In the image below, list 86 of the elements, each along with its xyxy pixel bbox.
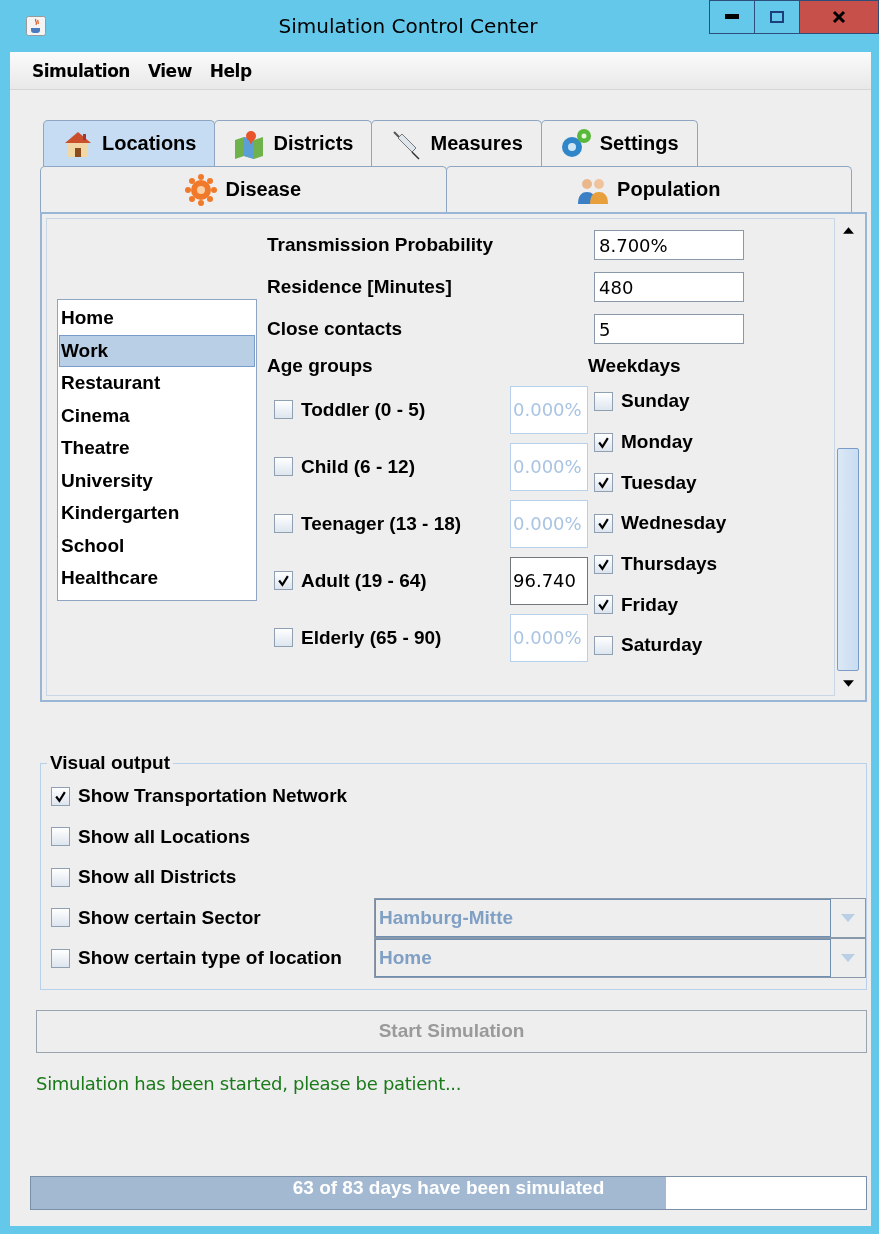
status-message: Simulation has been started, please be patient... bbox=[36, 1072, 463, 1094]
section-label: Age groups bbox=[267, 354, 374, 378]
checkmark-icon bbox=[597, 516, 610, 530]
checkbox[interactable] bbox=[274, 457, 293, 476]
checkbox-label: Tuesday bbox=[621, 471, 697, 494]
checkbox[interactable] bbox=[51, 786, 70, 806]
checkbox-label: Friday bbox=[621, 593, 679, 616]
checkbox[interactable] bbox=[51, 827, 70, 847]
checkbox-label: Thursdays bbox=[621, 553, 718, 576]
checkbox-label: Show Transportation Network bbox=[78, 785, 349, 808]
tab[interactable]: Population bbox=[445, 166, 852, 212]
field-label: Transmission Probability bbox=[267, 234, 493, 256]
maximize-button[interactable] bbox=[754, 0, 800, 34]
list-item[interactable]: University bbox=[59, 464, 255, 497]
progress-label: 63 of 83 days have been simulated bbox=[291, 1177, 606, 1200]
checkmark-icon bbox=[277, 574, 290, 587]
checkbox[interactable] bbox=[274, 514, 293, 533]
group-title: Visual output bbox=[49, 752, 171, 774]
minimize-icon bbox=[725, 14, 739, 20]
list-item[interactable]: Theatre bbox=[59, 432, 255, 465]
list-item[interactable]: Healthcare bbox=[59, 562, 255, 595]
checkmark-icon bbox=[597, 435, 610, 449]
scrollbar[interactable] bbox=[834, 218, 861, 696]
field-label: Close contacts bbox=[267, 318, 403, 340]
checkbox[interactable] bbox=[594, 432, 613, 452]
maximize-icon bbox=[770, 11, 784, 23]
checkbox-label: Toddler (0 - 5) bbox=[301, 398, 427, 421]
section-label: Weekdays bbox=[588, 354, 682, 378]
checkbox[interactable] bbox=[594, 554, 613, 574]
list-item[interactable]: Restaurant bbox=[59, 367, 255, 400]
input-field[interactable]: 5 bbox=[594, 314, 744, 344]
checkbox[interactable] bbox=[594, 391, 613, 411]
tab[interactable]: Locations bbox=[43, 120, 216, 166]
list-item[interactable]: Home bbox=[59, 302, 255, 335]
list-item[interactable]: Work bbox=[59, 334, 255, 367]
list-item[interactable]: School bbox=[59, 529, 255, 562]
scroll-thumb[interactable] bbox=[837, 448, 859, 671]
checkbox[interactable] bbox=[274, 628, 293, 647]
checkbox-label: Wednesday bbox=[621, 512, 727, 535]
gears-icon bbox=[559, 127, 592, 160]
list-item[interactable]: Cinema bbox=[59, 399, 255, 432]
minimize-button[interactable] bbox=[709, 0, 755, 34]
window-title: Simulation Control Center bbox=[277, 14, 539, 38]
checkbox[interactable] bbox=[51, 867, 70, 887]
scroll-down-icon[interactable] bbox=[841, 679, 855, 688]
checkbox-label: Show certain Sector bbox=[78, 906, 262, 929]
checkbox-label: Adult (19 - 64) bbox=[301, 569, 428, 592]
input-field[interactable]: 480 bbox=[594, 272, 744, 302]
input-field[interactable]: 8.700% bbox=[594, 230, 744, 260]
checkbox-label: Show all Districts bbox=[78, 866, 238, 889]
tab[interactable]: Disease bbox=[40, 166, 447, 212]
location-list[interactable]: Home Work Restaurant Cinema Theatre University Kindergarten School Healthcare bbox=[57, 299, 257, 601]
caret-icon bbox=[841, 913, 855, 922]
checkbox-label: Saturday bbox=[621, 634, 703, 657]
checkbox-label: Show certain type of location bbox=[78, 947, 343, 970]
close-icon bbox=[832, 10, 846, 24]
java-cup-icon bbox=[26, 16, 46, 36]
menu-item[interactable]: Help bbox=[209, 60, 252, 81]
checkbox[interactable] bbox=[51, 948, 70, 968]
checkbox-label: Show all Locations bbox=[78, 825, 252, 848]
scroll-up-icon[interactable] bbox=[841, 226, 855, 235]
checkbox[interactable] bbox=[274, 571, 293, 590]
list-item[interactable]: Kindergarten bbox=[59, 497, 255, 530]
checkbox-label: Monday bbox=[621, 431, 693, 454]
checkbox-label: Teenager (13 - 18) bbox=[301, 512, 463, 535]
checkmark-icon bbox=[597, 598, 610, 612]
caret-icon bbox=[841, 954, 855, 963]
checkbox[interactable] bbox=[594, 635, 613, 655]
checkbox-label: Sunday bbox=[621, 390, 690, 413]
close-button[interactable] bbox=[799, 0, 879, 34]
menu-item[interactable]: Simulation bbox=[32, 60, 130, 81]
checkbox[interactable] bbox=[594, 595, 613, 615]
checkbox-label: Elderly (65 - 90) bbox=[301, 626, 443, 649]
checkbox[interactable] bbox=[51, 908, 70, 928]
checkbox-label: Child (6 - 12) bbox=[301, 455, 416, 478]
tab[interactable]: Settings bbox=[540, 120, 698, 166]
checkbox[interactable] bbox=[594, 513, 613, 533]
field-label: Residence [Minutes] bbox=[267, 276, 452, 298]
checkbox[interactable] bbox=[274, 400, 293, 419]
virus-icon bbox=[185, 173, 218, 206]
checkmark-icon bbox=[597, 476, 610, 490]
checkmark-icon bbox=[597, 557, 610, 571]
input-field[interactable]: 96.740 bbox=[510, 556, 588, 605]
menu-item[interactable]: View bbox=[147, 60, 192, 81]
checkmark-icon bbox=[54, 789, 67, 803]
checkbox[interactable] bbox=[594, 473, 613, 493]
